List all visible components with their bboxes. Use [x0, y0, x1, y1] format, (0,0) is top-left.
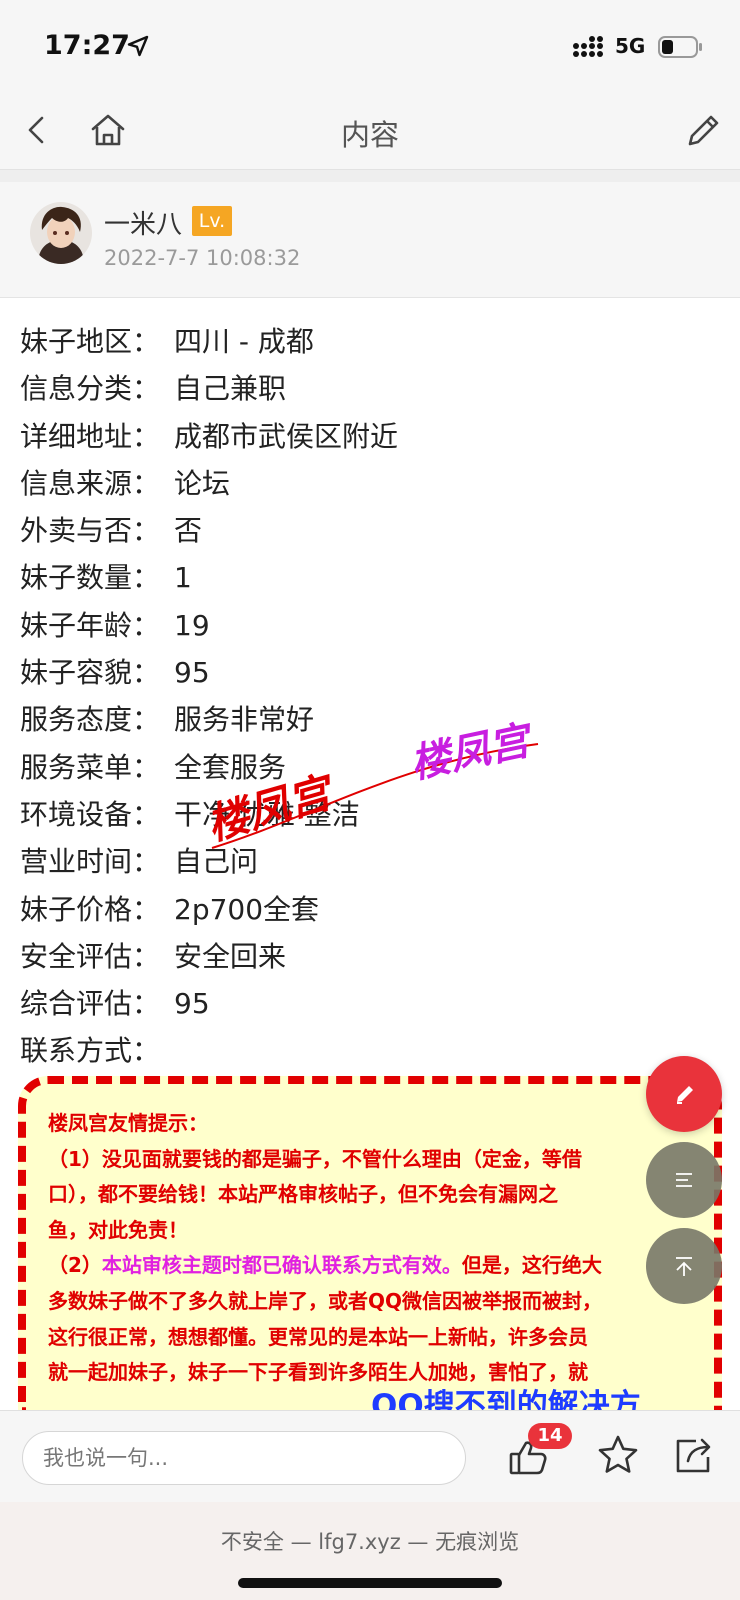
to-top-icon — [676, 1257, 692, 1276]
warning-notice: 楼凤宫友情提示： （1）没见面就要钱的都是骗子，不管什么理由（定金，等借 口），… — [18, 1076, 722, 1416]
battery-icon — [658, 36, 702, 58]
info-key: 妹子价格： — [20, 892, 161, 926]
info-key: 妹子数量： — [20, 561, 161, 595]
home-indicator[interactable] — [238, 1578, 502, 1588]
info-value: 95 — [174, 987, 210, 1021]
browser-address-bar: 不安全 — lfg7.xyz — 无痕浏览 — [0, 1502, 740, 1600]
info-value: 95 — [174, 656, 210, 690]
status-time: 17:27 — [44, 30, 130, 61]
info-key: 外卖与否： — [20, 514, 161, 548]
bottom-bar: 14 — [0, 1410, 740, 1502]
notice-line: 口），都不要给钱！本站严格审核帖子，但不免会有漏网之 — [48, 1182, 558, 1207]
watermark: 楼凤宫 楼凤宫 — [201, 717, 539, 850]
info-row-looks: 妹子容貌： 95 — [20, 649, 720, 696]
info-value: 成都市武侯区附近 — [174, 419, 399, 453]
location-arrow-icon — [127, 35, 149, 57]
info-value: 四川 - 成都 — [174, 325, 314, 358]
network-type: 5G — [615, 34, 646, 58]
info-row-contact: 联系方式： — [20, 1027, 720, 1074]
list-icon — [676, 1173, 692, 1187]
share-icon[interactable] — [672, 1433, 716, 1477]
info-key: 安全评估： — [20, 939, 161, 973]
avatar[interactable] — [30, 202, 92, 264]
info-key: 信息来源： — [20, 466, 161, 500]
write-post-button[interactable] — [646, 1056, 722, 1132]
info-key: 妹子地区： — [20, 325, 161, 358]
info-key: 综合评估： — [20, 987, 161, 1021]
info-row-region: 妹子地区： 四川 - 成都 — [20, 318, 720, 365]
info-value: 19 — [174, 608, 210, 642]
star-icon[interactable] — [596, 1433, 640, 1477]
info-row-age: 妹子年龄： 19 — [20, 602, 720, 649]
info-value: 否 — [174, 514, 203, 548]
notice-line: （1）没见面就要钱的都是骗子，不管什么理由（定金，等借 — [48, 1146, 582, 1171]
notice-line: 这行很正常，想想都懂。更常见的是本站一上新帖，许多会员 — [48, 1324, 588, 1349]
divider — [0, 170, 740, 182]
info-key: 服务菜单： — [20, 750, 161, 784]
edit-icon[interactable] — [682, 108, 724, 152]
info-row-address: 详细地址： 成都市武侯区附近 — [20, 413, 720, 460]
info-row-category: 信息分类： 自己兼职 — [20, 365, 720, 412]
info-row-safety: 安全评估： 安全回来 — [20, 933, 720, 980]
info-key: 妹子年龄： — [20, 608, 161, 642]
notice-line: （2）本站审核主题时都已确认联系方式有效。但是，这行绝大 — [48, 1248, 708, 1284]
author-name[interactable]: 一米八 — [104, 204, 182, 241]
info-key: 营业时间： — [20, 845, 161, 879]
info-key: 详细地址： — [20, 419, 161, 453]
info-row-delivery: 外卖与否： 否 — [20, 507, 720, 554]
info-row-count: 妹子数量： 1 — [20, 554, 720, 601]
info-list: 妹子地区： 四川 - 成都 信息分类： 自己兼职 详细地址： 成都市武侯区附近 信息来… — [20, 318, 720, 1075]
notice-number: （2） — [48, 1253, 102, 1278]
notice-highlight: 本站审核主题时都已确认联系方式有效。 — [101, 1253, 462, 1278]
watermark-text-purple: 楼凤宫 — [407, 717, 539, 788]
browser-url[interactable]: 不安全 — lfg7.xyz — 无痕浏览 — [0, 1526, 740, 1556]
signal-icon — [573, 36, 603, 57]
scroll-top-button[interactable] — [646, 1228, 722, 1304]
info-value: 安全回来 — [174, 939, 287, 973]
info-value: 1 — [174, 561, 192, 595]
notice-line: 多数妹子做不了多久就上岸了，或者QQ微信因被举报而被封， — [48, 1288, 603, 1313]
info-key: 环境设备： — [20, 797, 161, 831]
info-row-overall: 综合评估： 95 — [20, 980, 720, 1027]
info-key: 联系方式： — [20, 1034, 161, 1068]
like-count-badge: 14 — [528, 1423, 572, 1449]
nav-bar: 内容 — [0, 92, 740, 170]
info-row-price: 妹子价格： 2p700全套 — [20, 886, 720, 933]
info-key: 服务态度： — [20, 703, 161, 737]
info-value: 2p700全套 — [174, 892, 320, 926]
info-key: 信息分类： — [20, 372, 161, 406]
notice-line: 鱼，对此免责！ — [48, 1217, 188, 1242]
comment-input[interactable] — [22, 1431, 466, 1485]
info-value: 论坛 — [174, 466, 231, 500]
page-title: 内容 — [340, 118, 399, 152]
info-key: 妹子容貌： — [20, 656, 161, 690]
pencil-icon — [677, 1086, 693, 1104]
status-bar: 17:27 5G — [0, 0, 740, 92]
notice-title: 楼凤宫友情提示： — [48, 1111, 208, 1135]
info-value: 自己兼职 — [174, 372, 287, 406]
notice-text: 楼凤宫友情提示： （1）没见面就要钱的都是骗子，不管什么理由（定金，等借 口），… — [48, 1106, 708, 1391]
watermark-text-red: 楼凤宫 — [201, 766, 341, 849]
author-block: 一米八 Lv. 2022-7-7 10:08:32 — [0, 182, 740, 298]
post-time: 2022-7-7 10:08:32 — [104, 246, 301, 270]
info-row-source: 信息来源： 论坛 — [20, 460, 720, 507]
menu-button[interactable] — [646, 1142, 722, 1218]
notice-text-part: 但是，这行绝大 — [461, 1253, 602, 1278]
level-badge: Lv. — [192, 206, 232, 236]
